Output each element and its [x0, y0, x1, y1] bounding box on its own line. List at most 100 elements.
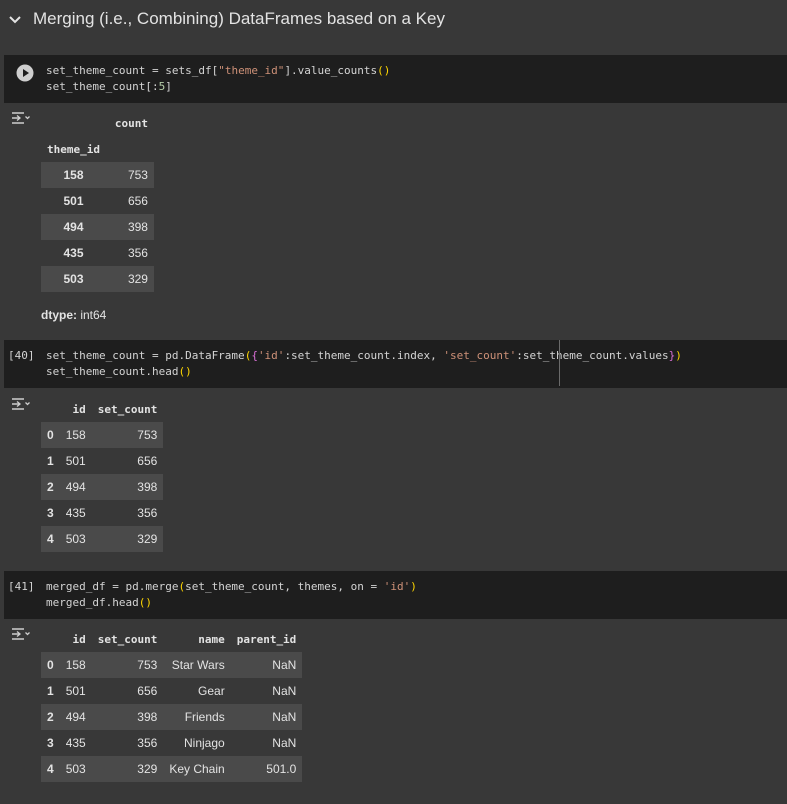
table-row: 1 501 656 Gear NaN — [41, 678, 302, 704]
table-cell: 356 — [137, 506, 158, 520]
chevron-down-icon[interactable] — [8, 14, 22, 26]
code-token: ) — [410, 580, 417, 593]
code-token: :set_theme_count.index, — [284, 349, 444, 362]
code-token: :set_theme_count.values — [516, 349, 669, 362]
table-cell: NaN — [272, 658, 297, 672]
table-cell: 501 — [65, 684, 86, 698]
code-token: "theme_id" — [218, 64, 285, 77]
table-cell: 656 — [137, 684, 158, 698]
code-token: set_theme_count = sets_df — [46, 64, 212, 77]
code-line: set_theme_count = sets_df["theme_id"].va… — [46, 63, 390, 79]
code-token: ].value_counts — [284, 64, 378, 77]
table-cell: 158 — [65, 428, 86, 442]
code-line: merged_df.head() — [46, 595, 417, 611]
code-token: [: — [145, 80, 159, 93]
code-token: merged_df = pd.merge — [46, 580, 179, 593]
code-token: () — [178, 365, 192, 378]
code-line: set_theme_count = pd.DataFrame({'id':set… — [46, 348, 682, 364]
execution-count: [40] — [8, 349, 35, 362]
code-editor[interactable]: merged_df = pd.merge(set_theme_count, th… — [46, 579, 417, 611]
table-row: 2 494 398 — [41, 474, 164, 500]
row-index: 0 — [47, 658, 54, 672]
row-index: 158 — [63, 168, 84, 182]
code-token: set_theme_count.head — [46, 365, 179, 378]
table-row: 0 158 753 — [41, 422, 164, 448]
code-editor[interactable]: set_theme_count = sets_df["theme_id"].va… — [46, 63, 390, 95]
run-play-icon[interactable] — [16, 64, 34, 82]
code-cell-2[interactable]: [40] set_theme_count = pd.DataFrame({'id… — [4, 340, 787, 388]
code-cell-3[interactable]: [41] merged_df = pd.merge(set_theme_coun… — [4, 571, 787, 619]
table-cell: 356 — [127, 246, 148, 260]
row-index: 435 — [63, 246, 84, 260]
table-cell: 501.0 — [266, 762, 297, 776]
table-cell: 329 — [137, 532, 158, 546]
code-token: 'set_count' — [443, 349, 517, 362]
code-line: merged_df = pd.merge(set_theme_count, th… — [46, 579, 417, 595]
code-line: set_theme_count.head() — [46, 364, 682, 380]
section-header[interactable]: Merging (i.e., Combining) DataFrames bas… — [0, 0, 787, 40]
row-index: 3 — [47, 736, 54, 750]
section-title: Merging (i.e., Combining) DataFrames bas… — [33, 9, 445, 28]
index-name-row: theme_id — [41, 136, 154, 162]
table-cell: 329 — [137, 762, 158, 776]
table-row: 2 494 398 Friends NaN — [41, 704, 303, 730]
column-header: id — [72, 632, 86, 646]
code-token: merged_df.head — [46, 596, 139, 609]
table-cell: 753 — [137, 658, 158, 672]
row-index: 494 — [63, 220, 84, 234]
table-row: 158 753 — [41, 162, 154, 188]
column-header: set_count — [97, 632, 158, 646]
code-token: 'id' — [383, 580, 411, 593]
code-token: { — [251, 349, 258, 362]
row-index: 4 — [47, 532, 54, 546]
column-header — [41, 626, 60, 652]
table-cell: Key Chain — [169, 762, 225, 776]
value-counts-table: count theme_id 158 753 501 656 494 398 435 356 5… — [41, 110, 154, 292]
table-row: 0 158 753 Star Wars NaN — [41, 652, 303, 678]
column-header: id — [72, 402, 86, 416]
table-cell: NaN — [272, 684, 297, 698]
column-header: name — [198, 632, 225, 646]
table-row: 3 435 356 — [41, 500, 163, 526]
row-index: 1 — [47, 684, 54, 698]
table-row: 3 435 356 Ninjago NaN — [41, 730, 302, 756]
code-cell-1[interactable]: set_theme_count = sets_df["theme_id"].va… — [4, 55, 787, 103]
table-row: 435 356 — [41, 240, 154, 266]
table-cell: Gear — [198, 684, 225, 698]
code-token: set_theme_count, themes, on = — [185, 580, 384, 593]
column-header: set_count — [97, 402, 158, 416]
text-cursor — [559, 340, 560, 386]
table-row: 501 656 — [41, 188, 154, 214]
table-cell: 494 — [65, 480, 86, 494]
code-token: set_theme_count = pd.DataFrame — [46, 349, 245, 362]
table-cell: 158 — [65, 658, 86, 672]
code-token: set_theme_count — [46, 80, 146, 93]
row-index: 2 — [47, 710, 54, 724]
row-index: 503 — [63, 272, 84, 286]
row-index: 501 — [63, 194, 84, 208]
table-cell: 503 — [65, 762, 86, 776]
table-row: 4 503 329 — [41, 526, 164, 552]
table-cell: 753 — [127, 168, 148, 182]
row-index: 2 — [47, 480, 54, 494]
table-cell: 356 — [137, 736, 158, 750]
table-cell: 753 — [137, 428, 158, 442]
table-cell: Star Wars — [171, 658, 225, 672]
table-cell: NaN — [272, 710, 297, 724]
output-toggle-icon[interactable] — [11, 397, 31, 411]
output-toggle-icon[interactable] — [11, 627, 31, 641]
code-token: ) — [675, 349, 682, 362]
row-index: 0 — [47, 428, 54, 442]
code-token: 'id' — [257, 349, 285, 362]
code-token: ] — [165, 80, 172, 93]
table-row: 4 503 329 Key Chain 501.0 — [41, 756, 303, 782]
table-cell: 435 — [65, 736, 86, 750]
code-editor[interactable]: set_theme_count = pd.DataFrame({'id':set… — [46, 348, 682, 380]
row-index: 4 — [47, 762, 54, 776]
table-cell: 656 — [127, 194, 148, 208]
execution-count: [41] — [8, 580, 35, 593]
output-toggle-icon[interactable] — [11, 111, 31, 125]
header-row: count — [41, 110, 154, 136]
code-token: () — [138, 596, 152, 609]
column-header — [41, 396, 60, 422]
